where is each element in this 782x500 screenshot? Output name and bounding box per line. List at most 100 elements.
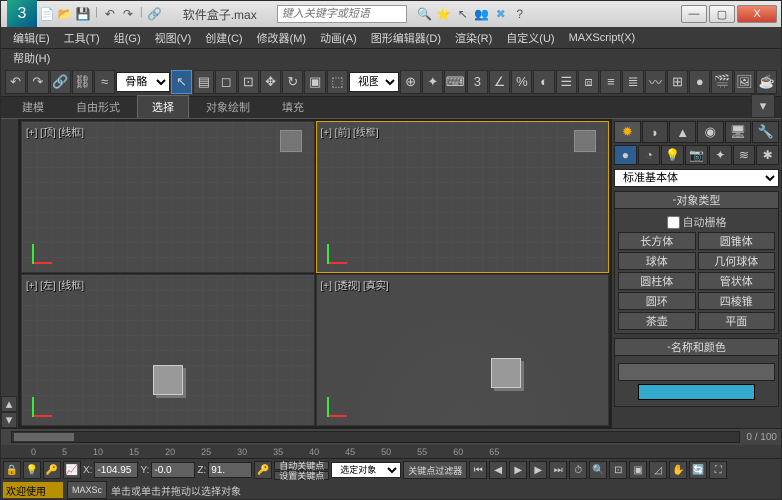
goto-start-icon[interactable]: ⏮ (469, 461, 487, 479)
community-icon[interactable]: 👥 (474, 6, 490, 22)
angle-snap-icon[interactable]: ∠ (489, 70, 510, 94)
menu-modifiers[interactable]: 修改器(M) (251, 28, 313, 48)
cp-sub-geometry-icon[interactable]: ● (614, 145, 637, 165)
object-name-input[interactable] (618, 363, 775, 381)
select-object-icon[interactable]: ↖ (171, 70, 192, 94)
new-icon[interactable]: 📄 (39, 6, 55, 22)
render-frame-icon[interactable]: 🖼 (734, 70, 755, 94)
render-setup-icon[interactable]: 🎬 (711, 70, 732, 94)
cp-tab-display-icon[interactable]: 🖥 (725, 121, 752, 143)
scroll-up-icon[interactable]: ▴ (1, 396, 17, 412)
cp-tab-hierarchy-icon[interactable]: ▲ (669, 121, 696, 143)
menu-maxscript[interactable]: MAXScript(X) (563, 30, 642, 46)
manipulate-icon[interactable]: ✦ (422, 70, 443, 94)
cp-sub-systems-icon[interactable]: ✱ (756, 145, 779, 165)
ribbon-tab-selection[interactable]: 选择 (137, 95, 189, 118)
help-icon[interactable]: ? (512, 6, 528, 22)
unlink-tool-icon[interactable]: ⛓ (72, 70, 93, 94)
placement-tool-icon[interactable]: ⬚ (327, 70, 348, 94)
color-swatch[interactable] (638, 384, 755, 400)
create-primitive-button[interactable]: 球体 (618, 252, 696, 270)
viewport-front[interactable]: [+] [前] [线框] (316, 121, 610, 273)
close-button[interactable]: X (737, 5, 777, 23)
y-input[interactable] (151, 462, 195, 478)
viewcube-icon[interactable] (574, 130, 596, 152)
lock-selection-icon[interactable]: 🔒 (3, 461, 21, 479)
setkey-button[interactable]: 设置关键点 (274, 471, 329, 480)
rotate-tool-icon[interactable]: ↻ (282, 70, 303, 94)
menu-help[interactable]: 帮助(H) (7, 48, 56, 68)
menu-customize[interactable]: 自定义(U) (500, 28, 560, 48)
create-primitive-button[interactable]: 管状体 (698, 272, 776, 290)
rollout-object-type[interactable]: - 对象类型 (614, 191, 779, 209)
move-tool-icon[interactable]: ✥ (260, 70, 281, 94)
cp-sub-cameras-icon[interactable]: 📷 (685, 145, 708, 165)
cp-tab-utilities-icon[interactable]: 🔧 (752, 121, 779, 143)
isolate-icon[interactable]: 💡 (23, 461, 41, 479)
search-input[interactable] (277, 5, 407, 23)
redo-icon[interactable]: ↷ (120, 6, 136, 22)
cp-sub-spacewarps-icon[interactable]: ≋ (733, 145, 756, 165)
ribbon-expand-icon[interactable]: ▾ (751, 94, 775, 118)
goto-end-icon[interactable]: ⏭ (549, 461, 567, 479)
prev-frame-icon[interactable]: ◀ (489, 461, 507, 479)
orbit-icon[interactable]: 🔄 (689, 461, 707, 479)
open-icon[interactable]: 📂 (57, 6, 73, 22)
scene-object-cube[interactable] (153, 365, 183, 395)
layers-icon[interactable]: ≣ (622, 70, 643, 94)
next-frame-icon[interactable]: ▶ (529, 461, 547, 479)
pan-icon[interactable]: ✋ (669, 461, 687, 479)
menu-create[interactable]: 创建(C) (199, 28, 248, 48)
exchange-icon[interactable]: ✖ (493, 6, 509, 22)
link-icon[interactable]: 🔗 (147, 6, 163, 22)
bind-space-warp-icon[interactable]: ≈ (94, 70, 115, 94)
menu-views[interactable]: 视图(V) (149, 28, 198, 48)
create-primitive-button[interactable]: 茶壶 (618, 312, 696, 330)
selection-lock-icon[interactable]: 🔑 (43, 461, 61, 479)
cp-tab-modify-icon[interactable]: ◗ (642, 121, 669, 143)
autogrid-checkbox[interactable]: 自动栅格 (618, 214, 775, 230)
category-combo[interactable]: 标准基本体 (614, 169, 779, 187)
cp-sub-helpers-icon[interactable]: ✦ (709, 145, 732, 165)
x-input[interactable] (94, 462, 138, 478)
ribbon-tab-modeling[interactable]: 建模 (7, 95, 59, 118)
create-primitive-button[interactable]: 长方体 (618, 232, 696, 250)
favorites-icon[interactable]: ⭐ (436, 6, 452, 22)
cp-sub-lights-icon[interactable]: 💡 (661, 145, 684, 165)
field-of-view-icon[interactable]: ◿ (649, 461, 667, 479)
viewport-front-label[interactable]: [+] [前] [线框] (321, 124, 379, 139)
align-icon[interactable]: ≡ (600, 70, 621, 94)
time-config-icon[interactable]: ⏱ (569, 461, 587, 479)
schematic-view-icon[interactable]: ⊞ (667, 70, 688, 94)
create-primitive-button[interactable]: 圆锥体 (698, 232, 776, 250)
maximize-button[interactable]: ▢ (709, 5, 735, 23)
redo-tool-icon[interactable]: ↷ (27, 70, 48, 94)
named-selection-icon[interactable]: ☰ (556, 70, 577, 94)
curve-editor-icon[interactable]: 〰 (645, 70, 666, 94)
viewport-perspective[interactable]: [+] [透视] [真实] (316, 274, 610, 426)
mirror-icon[interactable]: ⧈ (578, 70, 599, 94)
zoom-all-icon[interactable]: ⊡ (609, 461, 627, 479)
menu-group[interactable]: 组(G) (108, 28, 147, 48)
play-icon[interactable]: ▶ (509, 461, 527, 479)
cp-sub-shapes-icon[interactable]: ◔ (638, 145, 661, 165)
maxscript-listener[interactable]: MAXSc (67, 481, 107, 499)
scroll-down-icon[interactable]: ▾ (1, 412, 17, 428)
menu-animation[interactable]: 动画(A) (314, 28, 363, 48)
ribbon-tab-freeform[interactable]: 自由形式 (61, 95, 135, 118)
viewport-top[interactable]: [+] [顶] [线框] (21, 121, 315, 273)
menu-edit[interactable]: 编辑(E) (7, 28, 56, 48)
search-icon[interactable]: 🔍 (417, 6, 433, 22)
zoom-extents-icon[interactable]: ▣ (629, 461, 647, 479)
undo-tool-icon[interactable]: ↶ (5, 70, 26, 94)
create-primitive-button[interactable]: 圆环 (618, 292, 696, 310)
viewcube-icon[interactable] (280, 130, 302, 152)
minimize-button[interactable]: — (681, 5, 707, 23)
cp-tab-motion-icon[interactable]: ◉ (697, 121, 724, 143)
ref-coord-combo[interactable]: 视图 (349, 72, 399, 92)
select-by-name-icon[interactable]: ▤ (193, 70, 214, 94)
cp-tab-create-icon[interactable]: ✹ (614, 121, 641, 143)
key-filter-button[interactable]: 关键点过滤器 (403, 461, 467, 479)
max-toggle-icon[interactable]: ⛶ (709, 461, 727, 479)
create-primitive-button[interactable]: 四棱锥 (698, 292, 776, 310)
